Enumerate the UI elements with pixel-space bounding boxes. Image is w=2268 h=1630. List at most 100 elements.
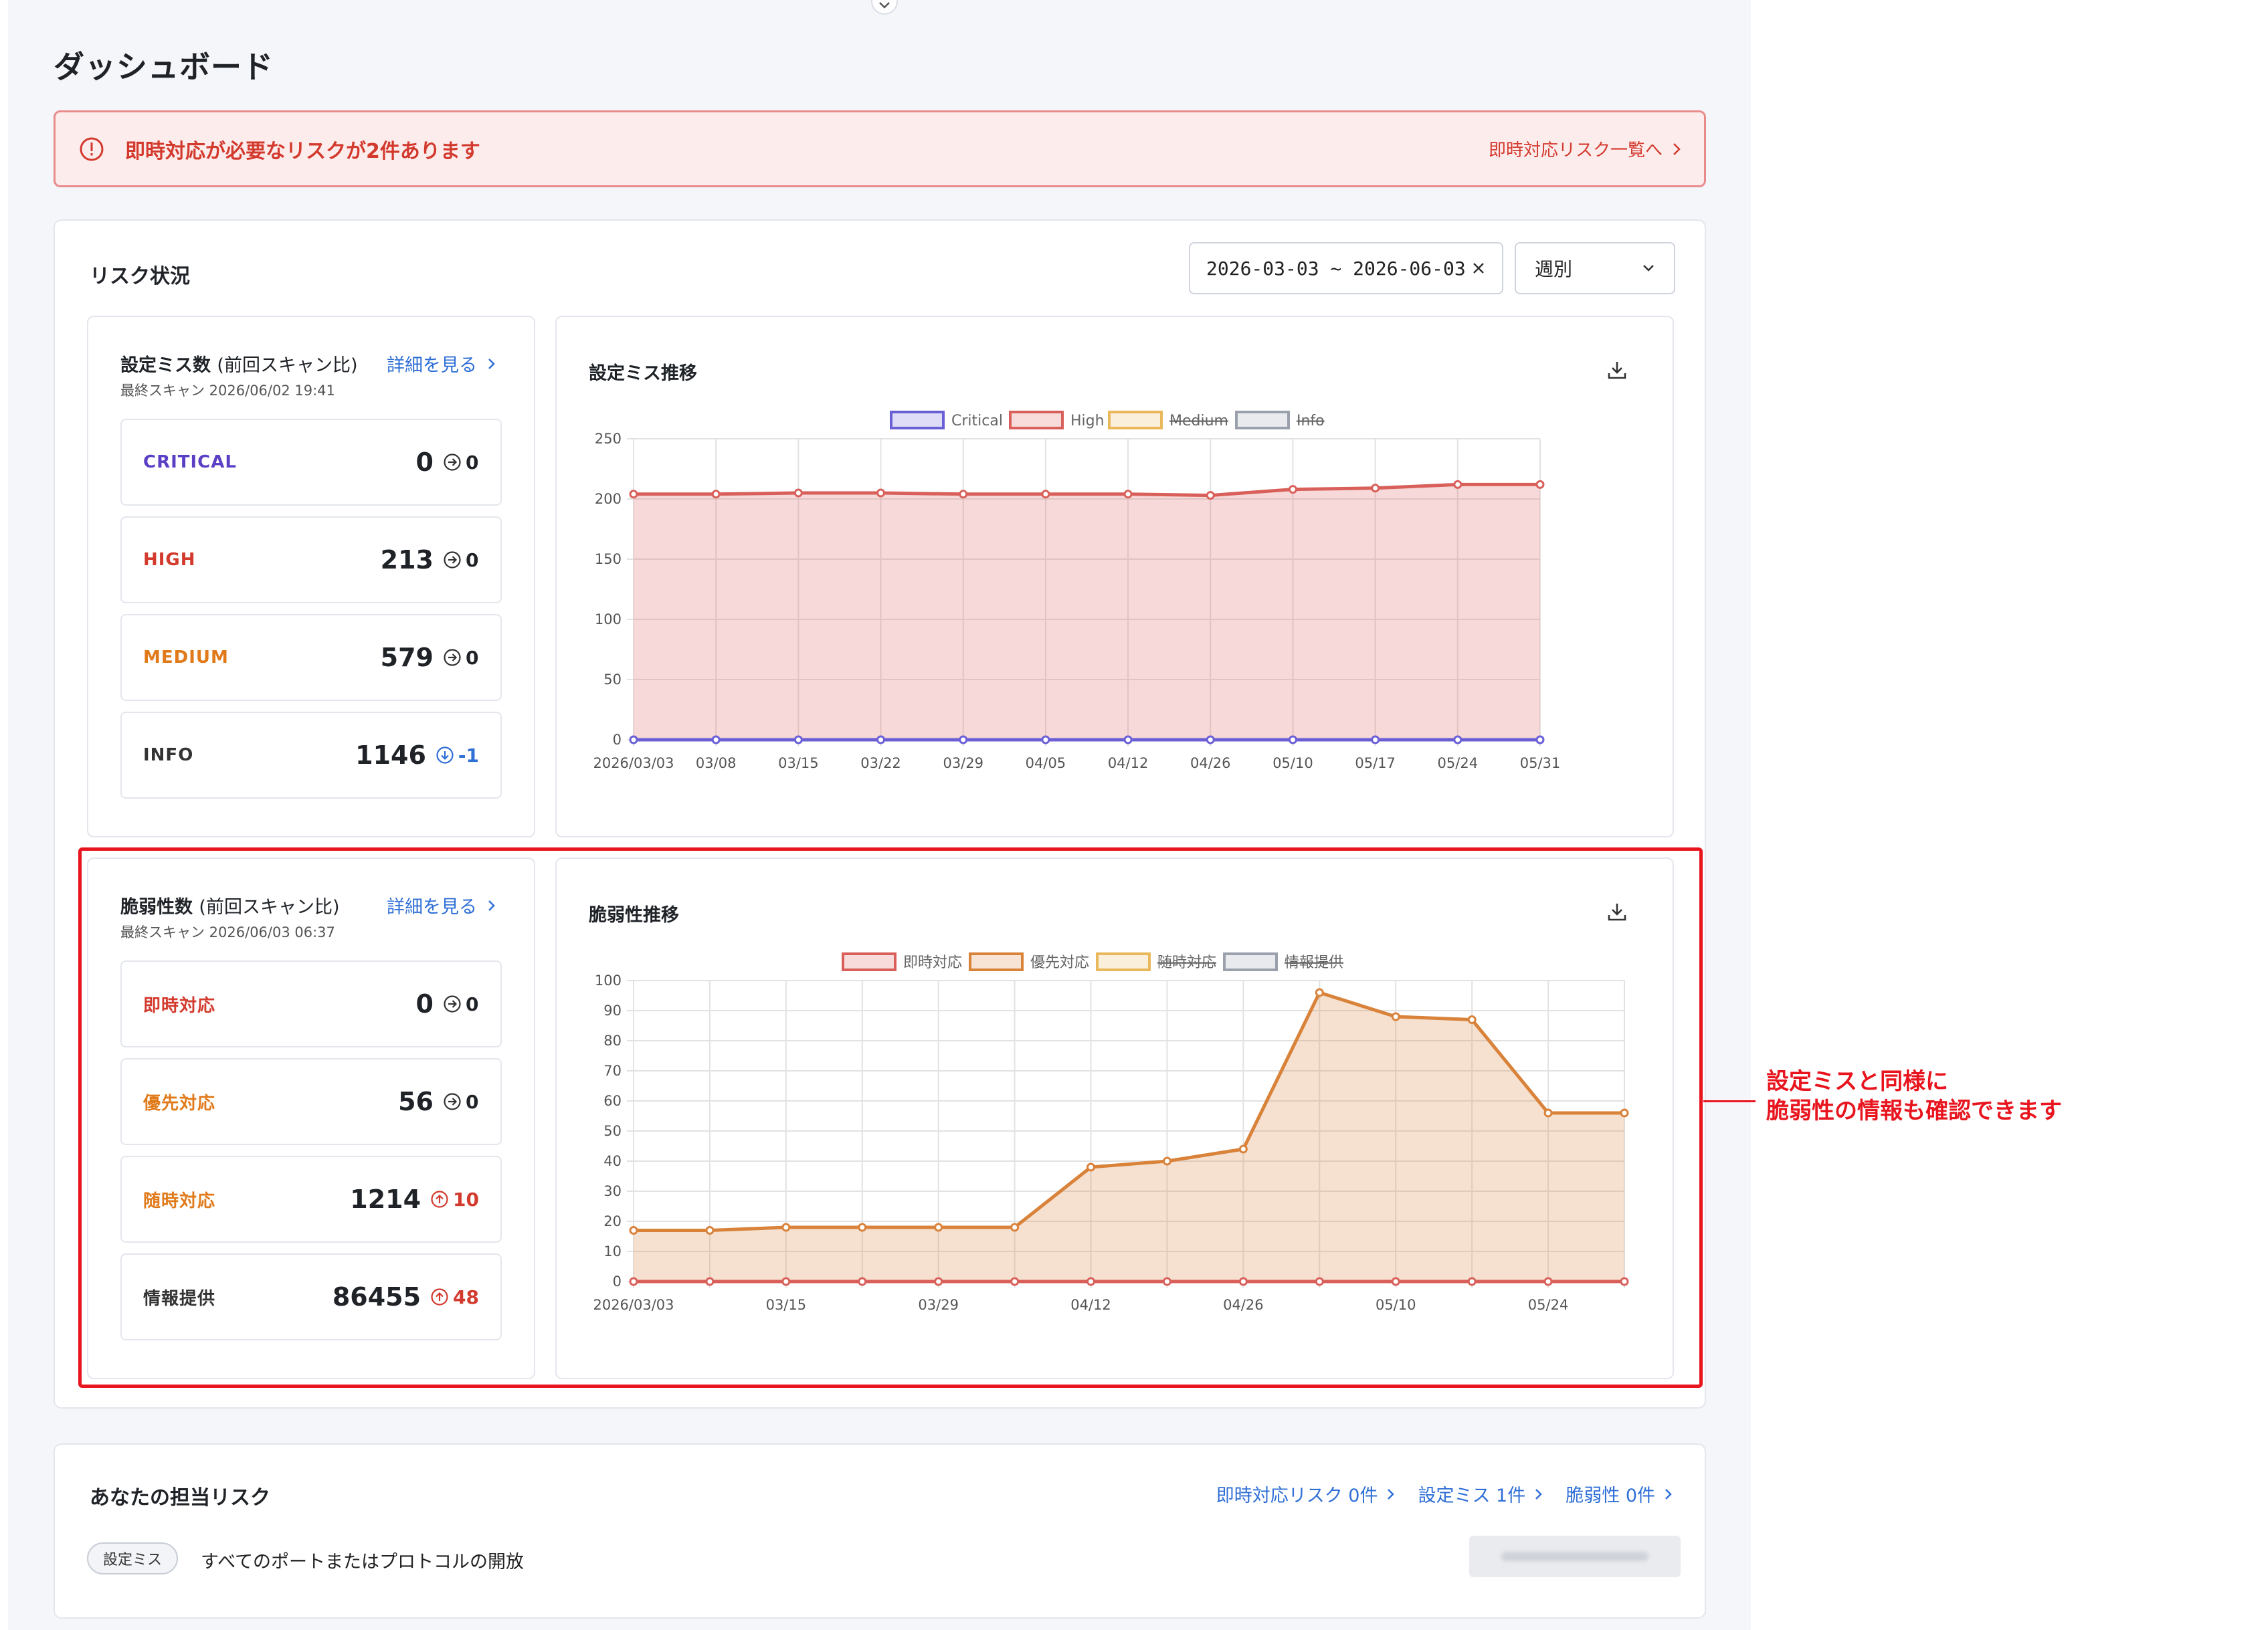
vuln-severity-box[interactable]: 随時対応 1214 10 bbox=[120, 1156, 502, 1243]
chevron-right-icon bbox=[1388, 1488, 1395, 1500]
vuln-severity-delta: 0 bbox=[443, 1091, 479, 1113]
misconfig-severity-box[interactable]: MEDIUM 579 0 bbox=[120, 614, 502, 701]
misconfig-chart-point bbox=[876, 488, 886, 498]
assigned-misconfig-link[interactable]: 設定ミス 1件 bbox=[1418, 1481, 1543, 1507]
misconfig-chart-legend-item: Info bbox=[1235, 411, 1325, 429]
vuln-chart-legend-label: 随時対応 bbox=[1157, 954, 1216, 971]
urgent-risk-list-link[interactable]: 即時対応リスク一覧へ bbox=[1489, 136, 1681, 161]
page-title: ダッシュボード bbox=[54, 49, 274, 85]
chevron-right-icon bbox=[488, 900, 495, 911]
vuln-severity-box[interactable]: 即時対応 0 0 bbox=[120, 960, 502, 1047]
misconfig-chart-area-High bbox=[634, 484, 1540, 740]
collapse-toggle-button[interactable] bbox=[871, 0, 898, 15]
misconfig-chart-point bbox=[1041, 735, 1050, 744]
misconfig-severity-box[interactable]: CRITICAL 0 0 bbox=[120, 419, 502, 506]
vuln-chart-point bbox=[1543, 1108, 1553, 1118]
vuln-chart-point bbox=[705, 1226, 715, 1235]
risk-status-card: リスク状況 2026-03-03 ~ 2026-06-03 週別 設定ミス数 (… bbox=[54, 219, 1706, 1409]
risk-status-title: リスク状況 bbox=[90, 265, 190, 288]
misconfig-chart-x-tick-label: 04/26 bbox=[1190, 755, 1231, 771]
misconfig-severity-box[interactable]: INFO 1146 -1 bbox=[120, 712, 502, 799]
vuln-chart-y-tick-label: 0 bbox=[613, 1274, 622, 1290]
arrow-right-circle-icon bbox=[444, 649, 461, 666]
vuln-chart-point bbox=[934, 1277, 943, 1286]
vuln-chart-point bbox=[1620, 1277, 1629, 1286]
misconfig-severity-count: 1146 bbox=[355, 740, 426, 770]
urgent-risk-alert: 即時対応が必要なリスクが2件あります 即時対応リスク一覧へ bbox=[54, 110, 1706, 187]
vuln-chart-area-優先対応 bbox=[634, 993, 1624, 1282]
assigned-vuln-link-label: 脆弱性 0件 bbox=[1566, 1486, 1655, 1506]
vuln-chart-point bbox=[705, 1277, 715, 1286]
misconfig-severity-label: HIGH bbox=[143, 550, 196, 570]
misconfig-chart-point bbox=[1371, 735, 1380, 744]
vuln-chart-point bbox=[1315, 988, 1324, 997]
vuln-chart-legend-swatch bbox=[1096, 952, 1151, 971]
vuln-severity-box[interactable]: 情報提供 86455 48 bbox=[120, 1253, 502, 1340]
assigned-risk-item-link[interactable]: すべてのポートまたはプロトコルの開放 bbox=[201, 1547, 524, 1573]
misconfig-severity-label: MEDIUM bbox=[143, 647, 229, 668]
vuln-severity-delta-value: 0 bbox=[466, 1090, 479, 1113]
misconfig-severity-delta: 0 bbox=[443, 549, 479, 571]
period-select[interactable]: 週別 bbox=[1515, 242, 1675, 294]
vuln-detail-link[interactable]: 詳細を見る bbox=[387, 892, 496, 918]
misconfig-chart-point bbox=[629, 735, 638, 744]
misconfig-last-scan: 最終スキャン 2026/06/02 19:41 bbox=[120, 383, 335, 399]
vuln-chart-x-tick-label: 05/10 bbox=[1376, 1297, 1416, 1313]
vuln-chart-point bbox=[1620, 1108, 1629, 1118]
misconfig-chart-x-tick-label: 05/10 bbox=[1272, 755, 1313, 771]
annotation-connector-line bbox=[1703, 1100, 1756, 1102]
chevron-down-icon bbox=[879, 2, 890, 9]
vuln-chart-legend-swatch bbox=[969, 952, 1024, 971]
misconfig-chart-point bbox=[1288, 735, 1297, 744]
period-select-value: 週別 bbox=[1535, 258, 1573, 280]
assigned-urgent-link-label: 即時対応リスク 0件 bbox=[1216, 1486, 1378, 1506]
vuln-severity-count: 1214 bbox=[350, 1185, 421, 1214]
vuln-chart-point bbox=[1162, 1277, 1171, 1286]
vuln-chart-y-tick-label: 10 bbox=[603, 1243, 622, 1259]
vuln-chart-point bbox=[629, 1226, 638, 1235]
misconfig-severity-delta-value: -1 bbox=[458, 744, 479, 767]
misconfig-summary-panel: 設定ミス数 (前回スキャン比) 最終スキャン 2026/06/02 19:41 … bbox=[87, 316, 535, 837]
misconfig-chart-x-tick-label: 04/12 bbox=[1108, 755, 1149, 771]
vuln-chart-point bbox=[1238, 1144, 1248, 1154]
misconfig-chart-x-tick-label: 03/29 bbox=[943, 755, 983, 771]
vuln-severity-delta-value: 0 bbox=[466, 993, 479, 1015]
date-range-picker[interactable]: 2026-03-03 ~ 2026-06-03 bbox=[1189, 242, 1503, 294]
vuln-chart-y-tick-label: 50 bbox=[603, 1123, 622, 1139]
vuln-chart-point bbox=[629, 1277, 638, 1286]
misconfig-chart-legend-item: Critical bbox=[890, 411, 1003, 429]
misconfig-severity-delta: 0 bbox=[443, 647, 479, 669]
vuln-severity-box[interactable]: 優先対応 56 0 bbox=[120, 1058, 502, 1145]
clear-icon[interactable] bbox=[1471, 261, 1486, 276]
misconfig-summary-title-suffix: (前回スキャン比) bbox=[217, 355, 358, 376]
misconfig-chart-x-tick-label: 05/31 bbox=[1520, 755, 1561, 771]
vuln-chart-point bbox=[1162, 1156, 1171, 1166]
assigned-risk-title: あなたの担当リスク bbox=[90, 1486, 270, 1510]
vuln-severity-delta: 10 bbox=[430, 1189, 479, 1211]
vuln-severity-delta: 0 bbox=[443, 993, 479, 1015]
vuln-last-scan: 最終スキャン 2026/06/03 06:37 bbox=[120, 924, 335, 940]
vuln-chart-point bbox=[858, 1277, 867, 1286]
misconfig-severity-label: INFO bbox=[143, 745, 194, 765]
chevron-down-icon bbox=[1643, 265, 1654, 272]
vuln-chart-legend-swatch bbox=[842, 952, 896, 971]
vuln-chart-point bbox=[934, 1223, 943, 1232]
misconfig-chart-y-tick-label: 200 bbox=[595, 491, 622, 507]
chevron-right-icon bbox=[488, 358, 495, 369]
misconfig-severity-count: 213 bbox=[380, 545, 434, 575]
misconfig-severity-box[interactable]: HIGH 213 0 bbox=[120, 516, 502, 603]
vuln-severity-label: 情報提供 bbox=[143, 1288, 216, 1309]
vuln-chart-y-tick-label: 20 bbox=[603, 1213, 622, 1229]
misconfig-detail-link[interactable]: 詳細を見る bbox=[387, 350, 496, 377]
misconfig-trend-chart: Critical High Medium Info 0 50 100 150 200 250 202… bbox=[593, 411, 1561, 771]
vuln-chart-y-tick-label: 80 bbox=[603, 1033, 622, 1049]
misconfig-chart-point bbox=[793, 488, 803, 498]
misconfig-chart-point bbox=[959, 735, 968, 744]
misconfig-chart-point bbox=[1123, 735, 1133, 744]
misconfig-chart-point bbox=[876, 735, 886, 744]
vuln-chart-x-tick-label: 04/12 bbox=[1070, 1297, 1111, 1313]
vuln-severity-count: 86455 bbox=[332, 1282, 421, 1312]
vuln-chart-y-tick-label: 40 bbox=[603, 1153, 622, 1169]
assigned-urgent-link[interactable]: 即時対応リスク 0件 bbox=[1216, 1481, 1396, 1507]
assigned-vuln-link[interactable]: 脆弱性 0件 bbox=[1566, 1481, 1673, 1507]
